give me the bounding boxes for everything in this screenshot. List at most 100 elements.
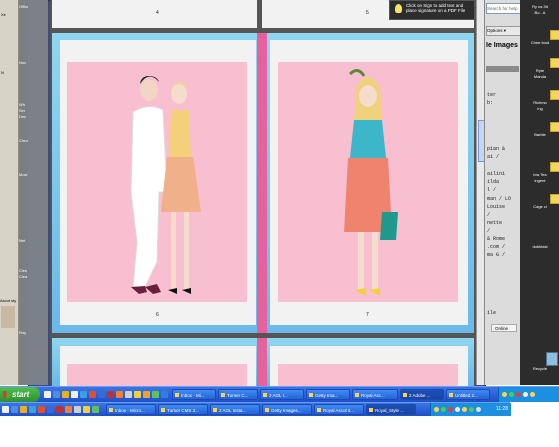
page-6: 6	[60, 40, 256, 325]
taskbar-untitled-label: Untitled 2...	[455, 393, 478, 398]
fashion-photo-couple[interactable]	[67, 62, 247, 302]
tray2-icon-3[interactable]	[448, 407, 453, 412]
tray2-icon-1[interactable]	[434, 407, 439, 412]
outlook-icon-2	[109, 408, 113, 412]
firefox-icon[interactable]	[116, 391, 123, 398]
notes-icon-2[interactable]	[83, 406, 90, 413]
word-icon-2[interactable]	[47, 406, 54, 413]
taskbar2-turner[interactable]: Turner CMS 3...	[158, 404, 208, 415]
page-number-4: 4	[156, 10, 159, 16]
left-panel-label-3: Ascot sty	[0, 298, 17, 303]
tray2-icon-2[interactable]	[441, 407, 446, 412]
notes-icon[interactable]	[134, 391, 141, 398]
taskbar2-turner-label: Turner CMS 3...	[167, 408, 199, 413]
taskbar2-royal-ascot[interactable]: Royal Ascot s...	[314, 404, 364, 415]
desktop-label-4: Ryte	[535, 68, 545, 73]
word-icon[interactable]	[98, 391, 105, 398]
desktop-label-5: Manda	[533, 74, 547, 79]
taskbar-aol[interactable]: 2 AOL I...	[260, 389, 304, 400]
taskbar-inbox[interactable]: Inbox - Mi...	[172, 389, 216, 400]
firefox-task-icon-2	[265, 408, 269, 412]
acrobat-icon-2[interactable]	[56, 406, 63, 413]
mail-icon[interactable]	[143, 391, 150, 398]
folder-icon[interactable]	[550, 162, 559, 172]
fashion-photo-bottom-right[interactable]	[278, 364, 458, 386]
thumbnail-image[interactable]	[1, 306, 15, 328]
tray-icon-4[interactable]	[523, 392, 528, 397]
taskbar-turner[interactable]: Turner C...	[218, 389, 258, 400]
taskbar-untitled[interactable]: Untitled 2...	[446, 389, 490, 400]
options-dropdown[interactable]: Options ▾	[486, 26, 521, 36]
taskbar2-aol[interactable]: 2 AOL Insta...	[210, 404, 260, 415]
taskbar2-royal-label: Royal Ascot s...	[323, 408, 355, 413]
page-number-7: 7	[366, 312, 369, 318]
clock[interactable]: 11:28	[496, 403, 508, 416]
fashion-photo-bottom-left[interactable]	[67, 364, 247, 386]
desktop-label-9: bra Tea	[533, 172, 547, 177]
start-button[interactable]: start	[0, 387, 40, 402]
help-search-input[interactable]: Search for help	[486, 3, 521, 14]
desktop-label-12: dubblast	[532, 244, 548, 249]
tray-icon-3[interactable]	[516, 392, 521, 397]
folder-icon-2[interactable]	[20, 406, 27, 413]
panel-line-6: ilda	[487, 179, 500, 185]
windows-flag-icon	[3, 391, 10, 398]
tray-icon-5[interactable]	[530, 392, 535, 397]
taskbar2-royal-style[interactable]: Royal_Style ...	[366, 404, 416, 415]
panel-line-7: l /	[487, 187, 497, 193]
acrobat-icon[interactable]	[107, 391, 114, 398]
ie-icon[interactable]	[53, 391, 60, 398]
tray-icon-1[interactable]	[502, 392, 507, 397]
chat-icon-2[interactable]	[92, 406, 99, 413]
tray2-icon-4[interactable]	[455, 407, 460, 412]
outlook-icon	[175, 393, 179, 397]
tray2-icon-6[interactable]	[469, 407, 474, 412]
tray2-icon-7[interactable]	[476, 407, 481, 412]
taskbar-adobe-label: 2 Adobe ...	[409, 393, 431, 398]
explorer-icon[interactable]	[71, 391, 78, 398]
paint-task-icon	[449, 393, 453, 397]
firefox-icon-2[interactable]	[65, 406, 72, 413]
media-icon-2[interactable]	[38, 406, 45, 413]
fashion-photo-woman[interactable]	[278, 62, 458, 302]
chat-icon[interactable]	[152, 391, 159, 398]
folder-icon[interactable]	[550, 58, 559, 68]
folder-icon[interactable]	[550, 90, 559, 100]
sign-tooltip: Click on Sign to add text and place sign…	[389, 0, 475, 20]
ie2-icon[interactable]	[161, 391, 168, 398]
media-icon[interactable]	[89, 391, 96, 398]
ie-icon-2[interactable]	[11, 406, 18, 413]
messenger-icon-2[interactable]	[29, 406, 36, 413]
taskbar-royal-ascot[interactable]: Royal Asc...	[352, 389, 398, 400]
left-panel: Xe N Ascot sty	[0, 0, 19, 385]
folder-quicklaunch-icon[interactable]	[62, 391, 69, 398]
show-desktop-icon[interactable]	[44, 391, 51, 398]
panel-line-9: Louise	[487, 204, 506, 210]
right-help-panel: Search for help Options ▾ le Images ter …	[484, 0, 521, 385]
recycle-bin-icon[interactable]	[546, 352, 558, 366]
taskbar-adobe[interactable]: 2 Adobe ...	[400, 389, 444, 400]
messenger-icon[interactable]	[80, 391, 87, 398]
folder-icon[interactable]	[550, 122, 559, 132]
tray2-icon-5[interactable]	[462, 407, 467, 412]
page-7: 7	[270, 40, 468, 325]
couple-figure-illustration	[130, 76, 201, 294]
panel-line-15: ma G /	[487, 252, 506, 258]
panel-divider	[486, 66, 519, 72]
paint-icon-2[interactable]	[74, 406, 81, 413]
taskbar-turner-label: Turner C...	[227, 393, 249, 398]
show-desktop-icon-2[interactable]	[2, 406, 9, 413]
taskbar-getty[interactable]: Getty Ima...	[306, 389, 350, 400]
folder-icon[interactable]	[550, 194, 559, 204]
taskbar2-inbox[interactable]: Inbox - Micro...	[106, 404, 156, 415]
panel-bottom-label: ile	[487, 310, 497, 316]
firefox-task-icon	[309, 393, 313, 397]
folder-icon[interactable]	[550, 30, 559, 40]
viewer-side-gutter	[28, 0, 48, 385]
paint-icon[interactable]	[125, 391, 132, 398]
taskbar2-getty[interactable]: Getty Images...	[262, 404, 312, 415]
online-status[interactable]: Online	[491, 324, 517, 332]
tray-icon-2[interactable]	[509, 392, 514, 397]
panel-line-5: ailini	[487, 171, 506, 177]
taskbar-secondary: Inbox - Micro... Turner CMS 3... 2 AOL I…	[0, 402, 511, 416]
